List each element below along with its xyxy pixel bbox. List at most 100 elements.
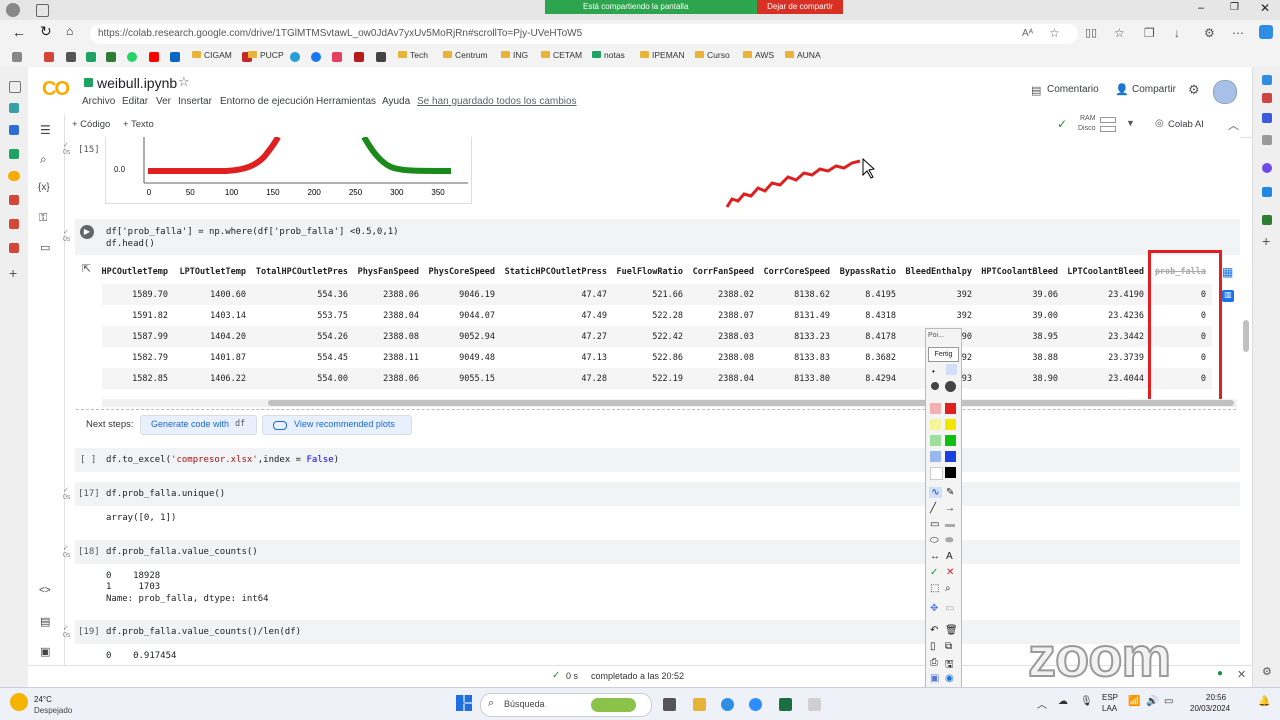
saved-status-link[interactable]: Se han guardado todos los cambios <box>417 96 577 107</box>
color-light-green-swatch[interactable] <box>930 435 941 446</box>
profile-avatar[interactable] <box>6 3 20 17</box>
menu-ayuda[interactable]: Ayuda <box>382 96 410 107</box>
table-header-cell[interactable]: PhysFanSpeed <box>349 267 419 277</box>
bookmark-whatsapp-icon[interactable] <box>127 52 137 62</box>
settings-gear-icon[interactable]: ⚙ <box>1188 82 1200 98</box>
new-page-icon[interactable]: ▯ <box>930 641 936 652</box>
microphone-icon[interactable]: 🎙 <box>1080 696 1093 707</box>
pen-large-icon[interactable] <box>931 382 939 390</box>
double-arrow-tool-icon[interactable]: ↔ <box>930 551 940 562</box>
sidebar-gmail-icon[interactable] <box>9 195 19 205</box>
table-header-cell[interactable]: HPTCoolantBleed <box>974 267 1058 277</box>
split-screen-icon[interactable]: ▯▯ <box>1085 26 1097 39</box>
runtime-dropdown-icon[interactable]: ▼ <box>1126 118 1135 128</box>
table-header-cell[interactable]: BypassRatio <box>834 267 896 277</box>
secrets-key-icon[interactable]: ⚿ <box>39 212 47 225</box>
eraser-tool-icon[interactable]: ▭ <box>945 603 954 614</box>
screenshot-icon[interactable]: ▣ <box>930 673 939 684</box>
zoom-region-icon[interactable]: ⌕ <box>945 583 951 594</box>
view-recommended-plots-button[interactable]: View recommended plots <box>262 415 412 435</box>
table-header-cell[interactable]: LPTOutletTemp <box>174 267 246 277</box>
move-tool-icon[interactable]: ✥ <box>930 603 938 614</box>
bookmark-facebook-icon[interactable] <box>311 52 321 62</box>
undo-icon[interactable]: ↶ <box>930 625 938 636</box>
add-text-button[interactable]: + Texto <box>123 119 154 130</box>
read-aloud-icon[interactable]: Aᴬ <box>1022 28 1033 39</box>
right-add-icon[interactable]: + <box>1262 233 1270 249</box>
notifications-bell-icon[interactable]: 🔔 <box>1258 696 1270 707</box>
collapse-header-icon[interactable]: ︿ <box>1228 117 1239 133</box>
bookmark-centrum[interactable]: Centrum <box>443 50 488 60</box>
right-games-icon[interactable] <box>1262 135 1272 145</box>
volume-icon[interactable]: 🔊 <box>1146 696 1158 707</box>
bookmark-telegram-icon[interactable] <box>290 52 300 62</box>
favorites-icon[interactable]: ☆ <box>1114 26 1125 40</box>
extensions-icon[interactable]: ⚙ <box>1204 26 1215 40</box>
right-search-icon[interactable] <box>1262 75 1272 85</box>
tab-actions-icon[interactable] <box>36 4 49 17</box>
terminal-icon[interactable]: ▣ <box>40 645 50 658</box>
toc-icon[interactable]: ☰ <box>40 123 51 137</box>
color-yellow-swatch[interactable] <box>945 419 956 430</box>
color-red-swatch[interactable] <box>945 403 956 414</box>
sidebar-outlook-icon[interactable] <box>9 125 19 135</box>
color-white-swatch[interactable] <box>930 467 943 480</box>
right-copilot-icon[interactable] <box>1262 163 1272 173</box>
bookmark-gmail-icon[interactable] <box>44 52 54 62</box>
ram-label[interactable]: RAM <box>1080 115 1096 122</box>
zoom-app-icon[interactable] <box>749 698 762 711</box>
wifi-icon[interactable]: 📶 <box>1128 696 1140 707</box>
favorite-star-icon[interactable]: ☆ <box>1049 26 1060 40</box>
edge-browser-icon[interactable] <box>721 698 734 711</box>
menu-ver[interactable]: Ver <box>156 96 171 107</box>
table-header-cell[interactable]: CorrFanSpeed <box>684 267 754 277</box>
run-cell-icon[interactable]: ▶ <box>80 225 94 239</box>
battery-icon[interactable]: ▭ <box>1164 696 1173 707</box>
tray-overflow-icon[interactable]: ︿ <box>1037 696 1047 711</box>
line-tool-icon[interactable]: ╱ <box>930 503 936 514</box>
chart-suggest-icon[interactable]: ▥ <box>1222 290 1234 302</box>
text-tool-icon[interactable]: A <box>946 551 953 562</box>
stop-sharing-button[interactable]: Dejar de compartir <box>757 0 843 14</box>
save-icon[interactable]: 🖫 <box>945 657 954 674</box>
copy-icon[interactable]: ⧉ <box>945 641 952 652</box>
table-header-cell[interactable]: StaticHPCOutletPress <box>495 267 607 277</box>
bookmark-red2-icon[interactable] <box>354 52 364 62</box>
color-green-swatch[interactable] <box>945 435 956 446</box>
add-code-button[interactable]: + Código <box>72 119 110 130</box>
home-icon[interactable]: ⌂ <box>66 24 73 38</box>
right-settings-icon[interactable]: ⚙ <box>1262 665 1272 678</box>
bookmark-newspaper-icon[interactable] <box>376 52 386 62</box>
table-header-cell[interactable]: FuelFlowRatio <box>607 267 683 277</box>
sidebar-gmail2-icon[interactable] <box>9 219 19 229</box>
pen-medium-icon[interactable] <box>946 364 957 375</box>
bookmark-linkedin-icon[interactable] <box>170 52 180 62</box>
reload-icon[interactable]: ↻ <box>40 23 52 40</box>
color-light-yellow-swatch[interactable] <box>930 419 941 430</box>
arrow-tool-icon[interactable]: → <box>945 503 955 514</box>
menu-entorno[interactable]: Entorno de ejecución <box>220 96 314 107</box>
table-header-cell[interactable]: PhysCoreSpeed <box>423 267 495 277</box>
weather-icon[interactable] <box>10 693 28 711</box>
clock-date[interactable]: 20/03/2024 <box>1190 704 1230 713</box>
more-menu-icon[interactable]: ⋯ <box>1232 26 1244 40</box>
code-cell-where[interactable] <box>75 219 1240 255</box>
url-field[interactable]: https://colab.research.google.com/drive/… <box>90 24 1078 44</box>
highlighter-tool-icon[interactable]: ✎ <box>946 487 954 498</box>
right-excel-icon[interactable] <box>1262 215 1272 225</box>
ellipse-tool-icon[interactable]: ⬭ <box>930 535 939 546</box>
bookmark-github-icon[interactable] <box>66 52 76 62</box>
variables-icon[interactable]: {x} <box>38 182 50 193</box>
color-black-swatch[interactable] <box>945 467 956 478</box>
windows-start-icon[interactable] <box>456 695 472 711</box>
weather-temp[interactable]: 24°C <box>34 695 52 704</box>
print-icon[interactable]: ⎙ <box>930 657 938 668</box>
delete-icon[interactable]: 🗑 <box>945 625 958 636</box>
sidebar-app-icon[interactable] <box>9 103 19 113</box>
share-button[interactable]: Compartir <box>1132 84 1176 95</box>
sidebar-drive-icon[interactable] <box>9 149 19 159</box>
disk-label[interactable]: Disco <box>1078 125 1096 132</box>
filled-ellipse-tool-icon[interactable]: ⬬ <box>945 535 954 546</box>
notebook-vscrollbar-thumb[interactable] <box>1243 320 1249 352</box>
rect-tool-icon[interactable]: ▭ <box>930 519 939 530</box>
